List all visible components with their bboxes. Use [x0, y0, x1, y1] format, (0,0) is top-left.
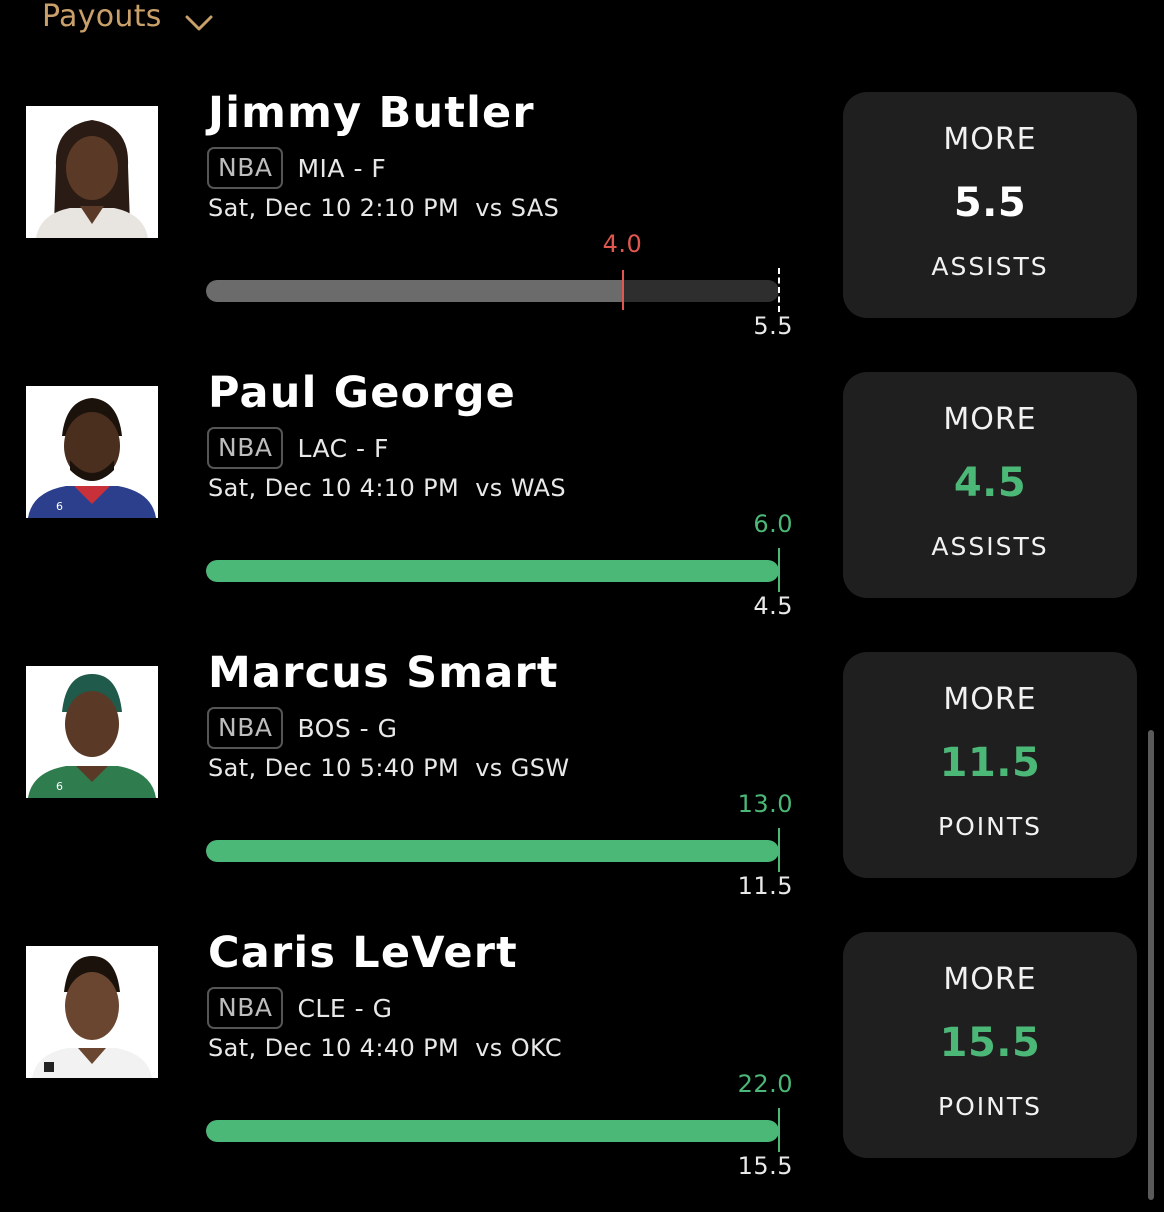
line-value: 5.5 — [753, 312, 793, 340]
prop-stat: ASSISTS — [931, 532, 1049, 561]
avatar — [26, 106, 158, 238]
prop-card[interactable]: MORE 15.5 POINTS — [843, 932, 1137, 1158]
prop-stat: POINTS — [938, 812, 1042, 841]
player-name: Jimmy Butler — [208, 88, 535, 138]
game-time: Sat, Dec 10 2:10 PM vs SAS — [208, 194, 560, 222]
progress-bar — [206, 1120, 779, 1142]
progress-fill — [206, 840, 779, 862]
pick-row[interactable]: 6 Paul George NBA LAC - F Sat, Dec 10 4:… — [0, 368, 1164, 652]
svg-text:6: 6 — [56, 780, 63, 793]
league-badge: NBA — [207, 707, 284, 749]
progress-fill — [206, 560, 779, 582]
progress-bar — [206, 280, 779, 302]
prop-card[interactable]: MORE 11.5 POINTS — [843, 652, 1137, 878]
chevron-down-icon — [184, 6, 214, 31]
pick-row[interactable]: 6 Marcus Smart NBA BOS - G Sat, Dec 10 5… — [0, 648, 1164, 932]
prop-line: 15.5 — [939, 1020, 1041, 1066]
player-meta: NBA BOS - G — [207, 707, 398, 749]
pick-row[interactable]: Caris LeVert NBA CLE - G Sat, Dec 10 4:4… — [0, 928, 1164, 1212]
avatar: 6 — [26, 386, 158, 518]
pick-row[interactable]: Jimmy Butler NBA MIA - F Sat, Dec 10 2:1… — [0, 88, 1164, 372]
result-value: 6.0 — [753, 510, 793, 538]
team-position: BOS - G — [297, 713, 398, 743]
result-value: 22.0 — [737, 1070, 793, 1098]
league-badge: NBA — [207, 427, 284, 469]
player-meta: NBA CLE - G — [207, 987, 392, 1029]
payouts-label: Payouts — [42, 0, 162, 34]
progress-bar — [206, 560, 779, 582]
avatar — [26, 946, 158, 1078]
league-badge: NBA — [207, 147, 284, 189]
result-value: 13.0 — [737, 790, 793, 818]
line-tick — [778, 828, 780, 872]
prop-line: 5.5 — [953, 180, 1027, 226]
svg-text:6: 6 — [56, 500, 63, 513]
line-value: 11.5 — [737, 872, 793, 900]
line-value: 4.5 — [753, 592, 793, 620]
prop-stat: POINTS — [938, 1092, 1042, 1121]
team-position: MIA - F — [297, 153, 387, 183]
line-tick — [778, 268, 780, 312]
line-value: 15.5 — [737, 1152, 793, 1180]
line-tick — [778, 1108, 780, 1152]
avatar: 6 — [26, 666, 158, 798]
league-badge: NBA — [207, 987, 284, 1029]
payouts-dropdown[interactable]: Payouts — [42, 0, 214, 38]
player-name: Caris LeVert — [208, 928, 518, 978]
line-tick — [778, 548, 780, 592]
prop-direction: MORE — [943, 402, 1037, 437]
result-value: 4.0 — [602, 230, 643, 258]
prop-direction: MORE — [943, 122, 1037, 157]
progress-bar — [206, 840, 779, 862]
game-time: Sat, Dec 10 5:40 PM vs GSW — [208, 754, 570, 782]
progress-fill — [206, 280, 623, 302]
game-time: Sat, Dec 10 4:10 PM vs WAS — [208, 474, 567, 502]
player-meta: NBA LAC - F — [207, 427, 389, 469]
prop-direction: MORE — [943, 962, 1037, 997]
prop-stat: ASSISTS — [931, 252, 1049, 281]
prop-line: 11.5 — [939, 740, 1041, 786]
player-name: Marcus Smart — [208, 648, 559, 698]
scrollbar[interactable] — [1148, 730, 1154, 1200]
game-time: Sat, Dec 10 4:40 PM vs OKC — [208, 1034, 563, 1062]
player-name: Paul George — [208, 368, 517, 418]
player-meta: NBA MIA - F — [207, 147, 386, 189]
progress-fill — [206, 1120, 779, 1142]
prop-direction: MORE — [943, 682, 1037, 717]
team-position: CLE - G — [297, 993, 393, 1023]
prop-line: 4.5 — [953, 460, 1027, 506]
prop-card[interactable]: MORE 4.5 ASSISTS — [843, 372, 1137, 598]
prop-card[interactable]: MORE 5.5 ASSISTS — [843, 92, 1137, 318]
result-marker — [621, 270, 624, 310]
team-position: LAC - F — [297, 433, 389, 463]
